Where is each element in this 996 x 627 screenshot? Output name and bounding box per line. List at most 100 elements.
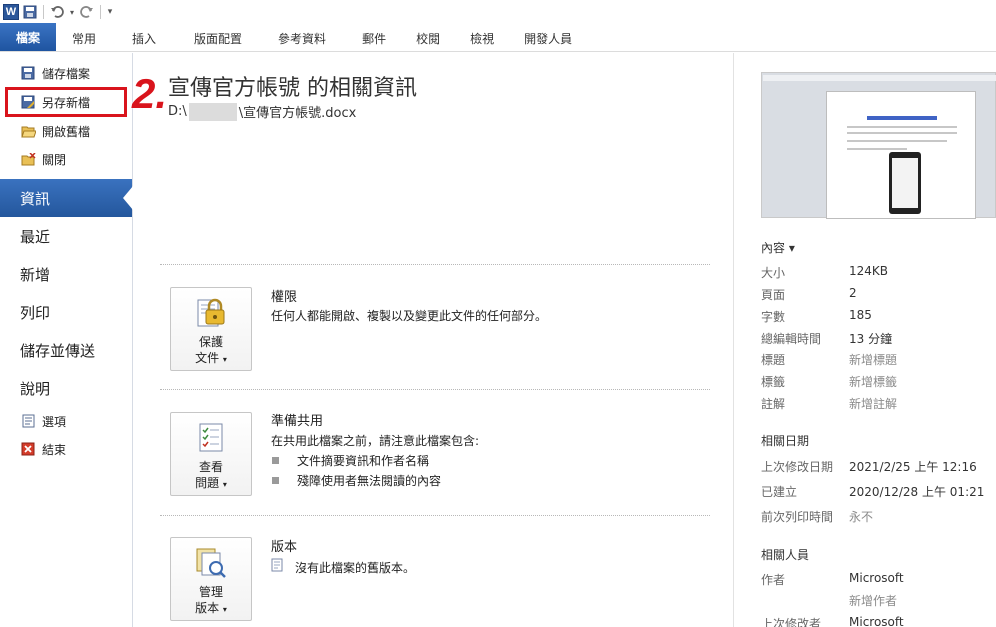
tab-home[interactable]: 常用 [56, 25, 112, 51]
tab-insert[interactable]: 插入 [112, 25, 172, 51]
backstage-sidebar: 儲存檔案 另存新檔 開啟舊檔 關閉 資訊 最近 新增 列印 儲存並傳送 說明 選… [0, 53, 133, 627]
prop-value: 124KB [849, 264, 889, 278]
add-comments-field[interactable]: 新增註解 [849, 395, 897, 412]
check-line2-text: 問題 [195, 476, 220, 490]
thumbnail-text-line [847, 132, 957, 134]
dropdown-arrow-icon: ▾ [222, 605, 227, 614]
dropdown-icon[interactable]: ▾ [68, 3, 76, 21]
prepare-bullet: 殘障使用者無法閱讀的內容 [272, 472, 441, 489]
dropdown-arrow-icon: ▾ [222, 480, 227, 489]
check-line2: 問題 ▾ [195, 475, 227, 493]
ribbon-tabs: 檔案 常用 插入 版面配置 參考資料 郵件 校閱 檢視 開發人員 [0, 23, 996, 52]
thumbnail-menubar [763, 75, 996, 81]
people-row: 作者 Microsoft [761, 571, 996, 588]
open-command[interactable]: 開啟舊檔 [0, 117, 132, 145]
empty-key [761, 592, 849, 609]
prop-row: 大小 124KB [761, 264, 996, 281]
check-issues-button[interactable]: 查看 問題 ▾ [170, 412, 252, 496]
add-title-field[interactable]: 新增標題 [849, 351, 897, 368]
prop-row: 標題 新增標題 [761, 351, 996, 368]
options-command[interactable]: 選項 [0, 407, 132, 435]
versions-line2: 版本 ▾ [195, 600, 227, 618]
save-command-label: 儲存檔案 [42, 66, 91, 81]
date-key: 前次列印時間 [761, 510, 834, 524]
tab-developer[interactable]: 開發人員 [510, 25, 588, 51]
nav-print[interactable]: 列印 [0, 293, 132, 331]
author-label: 作者 [761, 573, 786, 587]
prepare-bullet-text: 殘障使用者無法閱讀的內容 [297, 474, 442, 488]
check-issues-label: 查看 問題 ▾ [195, 459, 227, 493]
prop-value: 185 [849, 308, 872, 322]
manage-versions-button[interactable]: 管理 版本 ▾ [170, 537, 252, 621]
thumbnail-phone-image [889, 152, 921, 214]
prop-row: 標籤 新增標籤 [761, 373, 996, 390]
dates-header: 相關日期 [761, 434, 810, 448]
nav-save-send[interactable]: 儲存並傳送 [0, 331, 132, 369]
thumbnail-text-line [847, 148, 907, 150]
prop-key: 頁面 [761, 288, 786, 302]
document-version-icon [271, 558, 285, 576]
tab-file[interactable]: 檔案 [0, 23, 56, 51]
people-row: 新增作者 [761, 592, 996, 609]
save-command[interactable]: 儲存檔案 [0, 59, 132, 87]
last-modified-value: Microsoft [849, 615, 904, 627]
protect-line2-text: 文件 [195, 351, 220, 365]
close-command[interactable]: 關閉 [0, 145, 132, 173]
prop-key: 標題 [761, 353, 786, 367]
prop-key: 標籤 [761, 375, 786, 389]
nav-info[interactable]: 資訊 [0, 179, 133, 217]
protect-line2: 文件 ▾ [195, 350, 227, 368]
prop-key: 註解 [761, 397, 786, 411]
options-command-label: 選項 [42, 414, 67, 429]
people-header: 相關人員 [761, 548, 810, 562]
exit-command[interactable]: 結束 [0, 435, 132, 463]
thumbnail-title-line [867, 116, 937, 120]
thumbnail-text-line [847, 126, 957, 128]
dropdown-arrow-icon: ▾ [222, 355, 227, 364]
open-folder-icon [20, 123, 36, 139]
last-modified-label: 上次修改者 [761, 617, 822, 627]
author-value[interactable]: Microsoft [849, 571, 904, 588]
prop-value: 2 [849, 286, 857, 300]
step-annotation: 2. [132, 70, 168, 117]
properties-header[interactable]: 內容 ▾ [761, 239, 795, 256]
prepare-title: 準備共用 [271, 414, 324, 429]
save-as-command-label: 另存新檔 [42, 95, 91, 110]
tab-mailings[interactable]: 郵件 [342, 25, 402, 51]
save-icon[interactable] [21, 3, 39, 21]
check-line1: 查看 [198, 460, 223, 474]
protect-line1: 保護 [198, 335, 223, 349]
protect-document-button[interactable]: 保護 文件 ▾ [170, 287, 252, 371]
date-key: 上次修改日期 [761, 460, 834, 474]
date-row: 已建立 2020/12/28 上午 01:21 [761, 483, 996, 500]
toolbar-separator [43, 5, 44, 19]
redo-icon[interactable] [78, 3, 96, 21]
customize-icon[interactable]: ▾ [105, 3, 115, 21]
open-command-label: 開啟舊檔 [42, 124, 91, 139]
tab-review[interactable]: 校閱 [402, 25, 456, 51]
save-as-command[interactable]: 另存新檔 [5, 87, 127, 117]
file-path: D:\ \宣傳官方帳號.docx [168, 102, 356, 121]
options-icon [20, 413, 36, 429]
nav-recent[interactable]: 最近 [0, 217, 132, 255]
document-thumbnail[interactable] [761, 72, 996, 219]
date-value: 2021/2/25 上午 12:16 [849, 460, 977, 474]
tab-view[interactable]: 檢視 [456, 25, 510, 51]
prop-key: 大小 [761, 266, 786, 280]
tab-page-layout[interactable]: 版面配置 [172, 25, 258, 51]
close-command-label: 關閉 [42, 152, 67, 167]
section-divider [160, 264, 710, 265]
prepare-desc: 在共用此檔案之前，請注意此檔案包含: [271, 434, 480, 448]
save-as-icon [20, 94, 36, 110]
file-path-suffix: \宣傳官方帳號.docx [238, 106, 357, 121]
prop-key: 總編輯時間 [761, 332, 822, 346]
nav-new[interactable]: 新增 [0, 255, 132, 293]
redacted-folder [188, 102, 237, 121]
add-tags-field[interactable]: 新增標籤 [849, 373, 897, 390]
add-author-field[interactable]: 新增作者 [849, 592, 897, 609]
quick-access-toolbar: W ▾ ▾ [0, 0, 996, 24]
tab-references[interactable]: 參考資料 [258, 25, 342, 51]
undo-icon[interactable] [48, 3, 66, 21]
date-value: 2020/12/28 上午 01:21 [849, 485, 985, 499]
nav-help[interactable]: 說明 [0, 369, 132, 407]
